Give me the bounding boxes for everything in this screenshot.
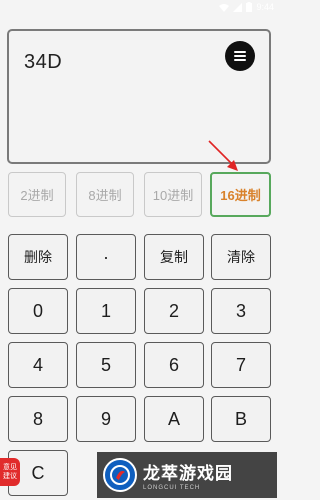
feedback-line2: 建议 (3, 473, 17, 480)
display-value: 34D (24, 51, 63, 73)
menu-icon (234, 51, 246, 61)
tab-hexadecimal[interactable]: 16进制 (210, 172, 271, 217)
tab-decimal[interactable]: 10进制 (144, 172, 202, 217)
key-3[interactable]: 3 (211, 288, 271, 334)
delete-button[interactable]: 删除 (8, 234, 68, 280)
status-time: 9:44 (256, 2, 274, 12)
key-8[interactable]: 8 (8, 396, 68, 442)
clear-button[interactable]: 清除 (211, 234, 271, 280)
key-9[interactable]: 9 (76, 396, 136, 442)
key-2[interactable]: 2 (144, 288, 204, 334)
key-0[interactable]: 0 (8, 288, 68, 334)
wifi-icon (219, 3, 230, 12)
watermark-title: 龙萃游戏园 (143, 464, 233, 483)
watermark: 龙萃游戏园 LONGCUI TECH (97, 452, 277, 498)
key-4[interactable]: 4 (8, 342, 68, 388)
signal-icon (233, 2, 243, 12)
key-6[interactable]: 6 (144, 342, 204, 388)
dot-button[interactable]: · (76, 234, 136, 280)
watermark-subtitle: LONGCUI TECH (143, 485, 201, 491)
feedback-badge[interactable]: 意见 建议 (0, 458, 20, 486)
tab-octal[interactable]: 8进制 (76, 172, 134, 217)
key-5[interactable]: 5 (76, 342, 136, 388)
key-a[interactable]: A (144, 396, 204, 442)
menu-button[interactable] (225, 41, 255, 71)
status-bar: 9:44 (0, 0, 277, 14)
key-7[interactable]: 7 (211, 342, 271, 388)
key-b[interactable]: B (211, 396, 271, 442)
feedback-line1: 意见 (3, 464, 17, 471)
copy-button[interactable]: 复制 (144, 234, 204, 280)
key-1[interactable]: 1 (76, 288, 136, 334)
status-icons: 9:44 (219, 1, 274, 13)
watermark-logo-icon (103, 458, 137, 492)
battery-icon (246, 2, 253, 12)
tab-binary[interactable]: 2进制 (8, 172, 66, 217)
arrow-annotation (208, 140, 238, 171)
